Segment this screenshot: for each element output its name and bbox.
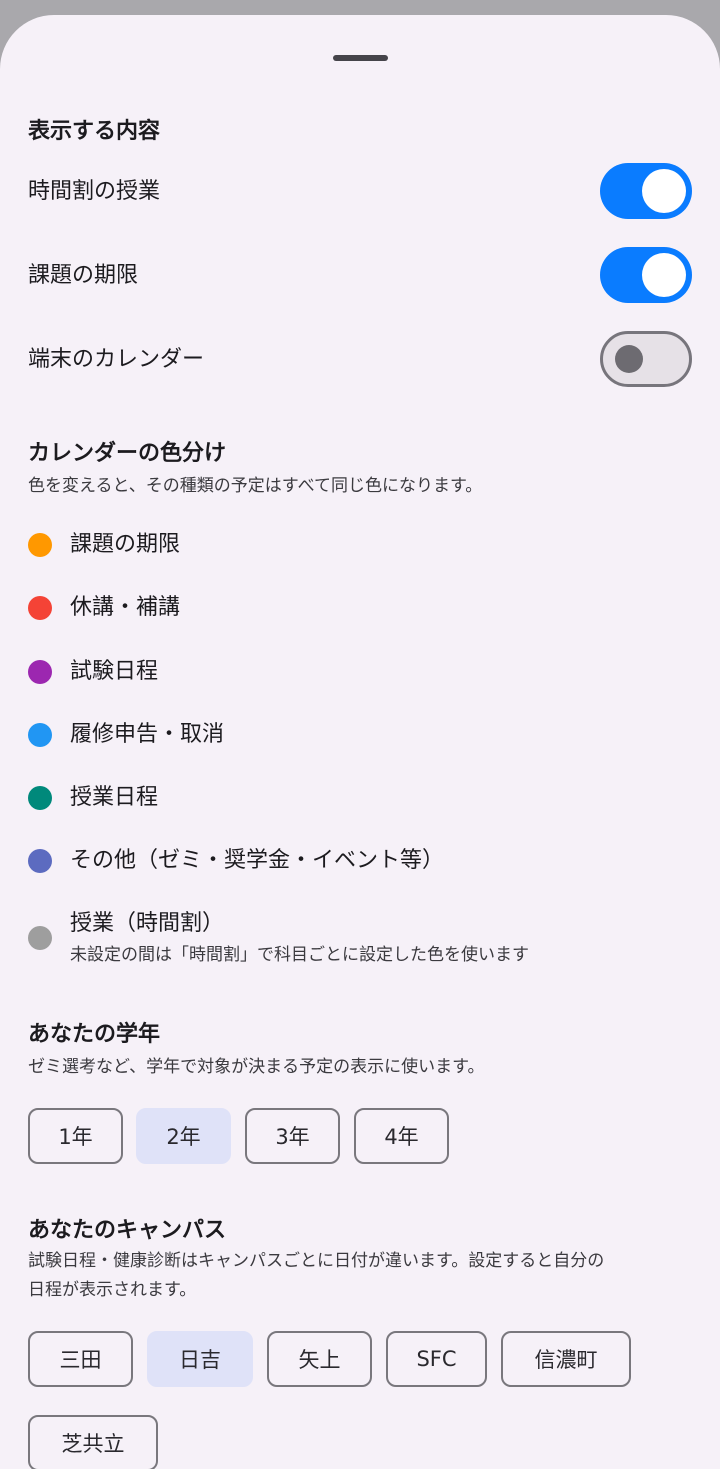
campus-section-title: あなたのキャンパス xyxy=(28,1218,227,1243)
color-label-deadlines[interactable]: 課題の期限 xyxy=(70,530,180,560)
bottom-sheet: 表示する内容 時間割の授業 課題の期限 端末のカレンダー カレンダーの色分け 色… xyxy=(0,15,720,1469)
campus-chip-mita[interactable]: 三田 xyxy=(28,1331,133,1387)
campus-chip-yagami[interactable]: 矢上 xyxy=(267,1331,372,1387)
color-label-registration[interactable]: 履修申告・取消 xyxy=(70,720,224,750)
grade-chip-3[interactable]: 3年 xyxy=(245,1108,340,1164)
color-dot-other[interactable] xyxy=(28,849,52,873)
color-dot-deadlines[interactable] xyxy=(28,533,52,557)
campus-section-subtitle-line2: 日程が表示されます。 xyxy=(28,1280,197,1300)
color-label-other[interactable]: その他（ゼミ・奨学金・イベント等） xyxy=(70,846,444,876)
toggle-label-timetable: 時間割の授業 xyxy=(28,179,161,204)
campus-chip-shinanomachi[interactable]: 信濃町 xyxy=(501,1331,631,1387)
color-dot-class-schedule[interactable] xyxy=(28,786,52,810)
toggle-device-calendar-switch[interactable] xyxy=(600,331,692,387)
grade-chip-4[interactable]: 4年 xyxy=(354,1108,449,1164)
toggle-timetable-switch[interactable] xyxy=(600,163,692,219)
coloring-section-subtitle: 色を変えると、その種類の予定はすべて同じ色になります。 xyxy=(28,476,483,496)
drag-handle[interactable] xyxy=(333,55,388,61)
color-dot-registration[interactable] xyxy=(28,723,52,747)
color-label-cancellations[interactable]: 休講・補講 xyxy=(70,593,180,623)
campus-chip-shiba-kyoritsu[interactable]: 芝共立 xyxy=(28,1415,158,1469)
campus-chip-sfc[interactable]: SFC xyxy=(386,1331,487,1387)
color-label-exams[interactable]: 試験日程 xyxy=(70,657,158,687)
color-dot-classes[interactable] xyxy=(28,926,52,950)
grade-chip-2[interactable]: 2年 xyxy=(136,1108,231,1164)
coloring-section-title: カレンダーの色分け xyxy=(28,441,227,466)
switch-knob xyxy=(642,169,686,213)
color-label-classes[interactable]: 授業（時間割） xyxy=(70,909,224,939)
color-sublabel-classes: 未設定の間は「時間割」で科目ごとに設定した色を使います xyxy=(70,945,529,965)
toggle-label-deadlines: 課題の期限 xyxy=(28,263,139,288)
grade-chip-1[interactable]: 1年 xyxy=(28,1108,123,1164)
campus-chip-hiyoshi[interactable]: 日吉 xyxy=(147,1331,253,1387)
grade-section-subtitle: ゼミ選考など、学年で対象が決まる予定の表示に使います。 xyxy=(28,1057,485,1077)
toggle-deadlines-switch[interactable] xyxy=(600,247,692,303)
display-section-title: 表示する内容 xyxy=(28,119,161,144)
color-dot-exams[interactable] xyxy=(28,660,52,684)
color-label-class-schedule[interactable]: 授業日程 xyxy=(70,783,158,813)
color-dot-cancellations[interactable] xyxy=(28,596,52,620)
toggle-label-device-calendar: 端末のカレンダー xyxy=(28,347,205,372)
grade-section-title: あなたの学年 xyxy=(28,1022,161,1047)
switch-knob xyxy=(615,345,643,373)
campus-section-subtitle-line1: 試験日程・健康診断はキャンパスごとに日付が違います。設定すると自分の xyxy=(28,1251,605,1271)
switch-knob xyxy=(642,253,686,297)
